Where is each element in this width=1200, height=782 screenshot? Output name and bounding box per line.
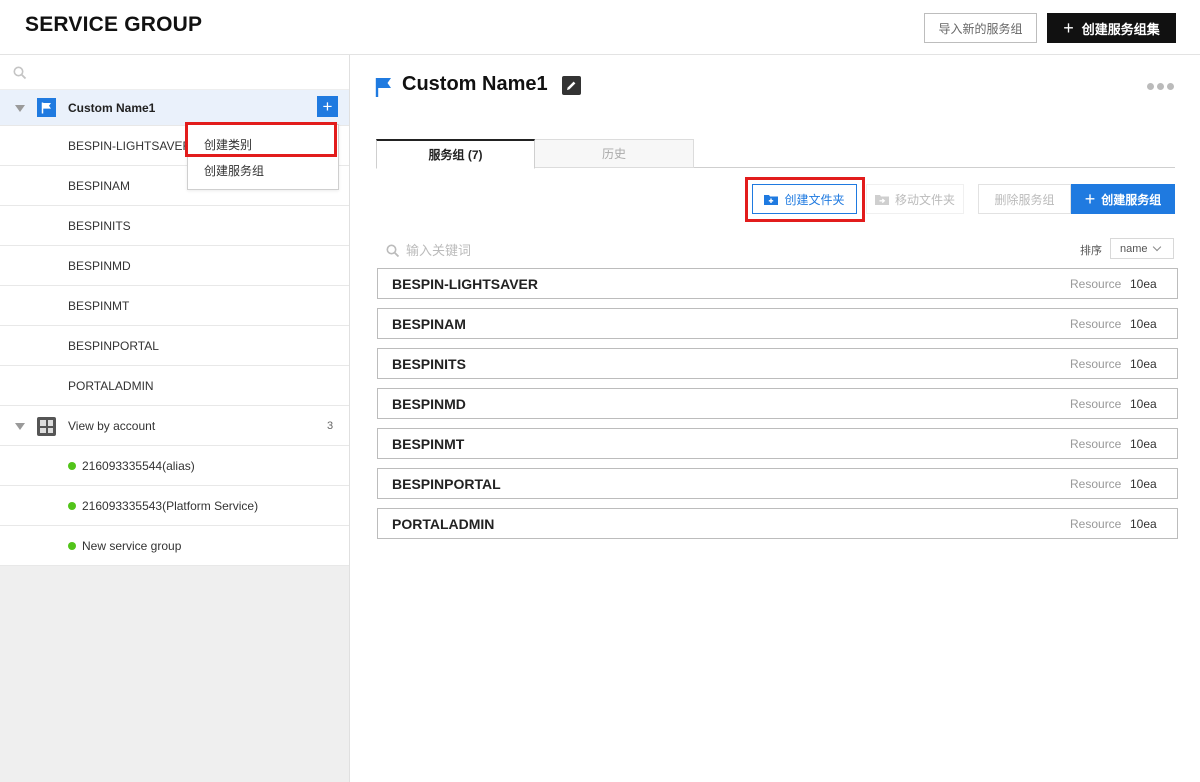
grid-icon [37, 417, 56, 436]
resource-count: 10ea [1130, 276, 1157, 291]
tab-history[interactable]: 历史 [535, 139, 694, 168]
service-group-list: BESPIN-LIGHTSAVER Resource 10ea BESPINAM Re… [377, 268, 1178, 548]
list-item[interactable]: BESPINAM Resource 10ea [377, 308, 1178, 339]
sidebar-item-custom-name1[interactable]: Custom Name1 + [0, 90, 349, 126]
resource-count: 10ea [1130, 436, 1157, 451]
pencil-icon [567, 81, 576, 90]
tab-service-groups[interactable]: 服务组 (7) [376, 139, 535, 169]
list-item[interactable]: BESPIN-LIGHTSAVER Resource 10ea [377, 268, 1178, 299]
sidebar-item-label: BESPINAM [68, 178, 131, 193]
search-input[interactable] [406, 243, 606, 258]
resource-count: 10ea [1130, 396, 1157, 411]
list-item[interactable]: PORTALADMIN Resource 10ea [377, 508, 1178, 539]
sidebar-item-label: BESPINPORTAL [68, 338, 159, 353]
group-name: BESPINMT [392, 435, 465, 452]
group-name: BESPINAM [392, 315, 466, 332]
move-folder-label: 移动文件夹 [894, 192, 955, 207]
resource-label: Resource [1070, 316, 1122, 331]
create-folder-label: 创建文件夹 [784, 192, 845, 207]
plus-icon: + [1063, 18, 1074, 38]
create-set-label: 创建服务组集 [1081, 21, 1160, 37]
resource-count: 10ea [1130, 516, 1157, 531]
group-name: BESPINMD [392, 395, 466, 412]
sidebar-item-label: Custom Name1 [68, 100, 156, 115]
sidebar-item-label: PORTALADMIN [68, 378, 154, 393]
sidebar-item-account[interactable]: 216093335544(alias) [0, 446, 349, 486]
folder-move-icon [874, 194, 889, 205]
search-icon [13, 66, 27, 80]
resource-label: Resource [1070, 516, 1122, 531]
sidebar-item-group[interactable]: BESPINMD [0, 246, 349, 286]
menu-item-create-category[interactable]: 创建类别 [188, 131, 338, 157]
menu-item-create-service-group[interactable]: 创建服务组 [188, 157, 338, 183]
create-service-group-button[interactable]: + 创建服务组 [1071, 184, 1175, 214]
app-header: SERVICE GROUP 导入新的服务组 + 创建服务组集 [0, 0, 1200, 55]
sidebar-item-group[interactable]: PORTALADMIN [0, 366, 349, 406]
delete-service-group-button[interactable]: 删除服务组 [978, 184, 1071, 214]
resource-label: Resource [1070, 436, 1122, 451]
create-group-label: 创建服务组 [1101, 192, 1162, 207]
account-count: 3 [327, 419, 334, 432]
sidebar-item-group[interactable]: BESPINITS [0, 206, 349, 246]
sort-value: name [1120, 242, 1148, 255]
plus-icon: + [1084, 189, 1096, 209]
main-panel: Custom Name1 服务组 (7) 历史 创建文件夹 移动文件夹 删除服务… [351, 55, 1200, 782]
sidebar-item-account[interactable]: 216093335543(Platform Service) [0, 486, 349, 526]
create-folder-button[interactable]: 创建文件夹 [752, 184, 857, 214]
status-dot-icon [68, 461, 76, 470]
sidebar-search[interactable] [0, 55, 349, 90]
list-item[interactable]: BESPINITS Resource 10ea [377, 348, 1178, 379]
sidebar-item-group[interactable]: BESPINMT [0, 286, 349, 326]
caret-down-icon[interactable] [15, 104, 25, 112]
keyword-search [386, 243, 606, 258]
search-icon [386, 244, 400, 257]
create-service-group-set-button[interactable]: + 创建服务组集 [1047, 13, 1176, 43]
resource-label: Resource [1070, 396, 1122, 411]
folder-plus-icon [764, 194, 779, 205]
sidebar-item-label: BESPINMD [68, 258, 131, 273]
group-name: PORTALADMIN [392, 515, 495, 532]
resource-label: Resource [1070, 276, 1122, 291]
sidebar-item-label: New service group [82, 538, 182, 553]
resource-count: 10ea [1130, 356, 1157, 371]
group-name: BESPIN-LIGHTSAVER [392, 275, 538, 292]
resource-label: Resource [1070, 356, 1122, 371]
sidebar-item-label: 216093335544(alias) [82, 458, 195, 473]
sidebar-item-label: 216093335543(Platform Service) [82, 498, 259, 513]
resource-label: Resource [1070, 476, 1122, 491]
status-dot-icon [68, 501, 76, 510]
context-menu: 创建类别 创建服务组 [187, 124, 339, 190]
tab-bar: 服务组 (7) 历史 [376, 139, 1175, 169]
list-item[interactable]: BESPINMT Resource 10ea [377, 428, 1178, 459]
sidebar-item-account[interactable]: New service group [0, 526, 349, 566]
resource-count: 10ea [1130, 476, 1157, 491]
sort-label: 排序 [1080, 245, 1102, 257]
app-title: SERVICE GROUP [25, 13, 203, 36]
list-item[interactable]: BESPINMD Resource 10ea [377, 388, 1178, 419]
list-item[interactable]: BESPINPORTAL Resource 10ea [377, 468, 1178, 499]
sidebar-item-label: View by account [68, 418, 156, 433]
edit-button[interactable] [562, 76, 581, 95]
sort-select[interactable]: name [1110, 238, 1174, 259]
more-options-icon[interactable] [1147, 83, 1174, 90]
sidebar-item-group[interactable]: BESPINPORTAL [0, 326, 349, 366]
flag-icon [37, 98, 56, 117]
move-folder-button[interactable]: 移动文件夹 [866, 184, 964, 214]
import-service-group-button[interactable]: 导入新的服务组 [924, 13, 1037, 43]
sidebar-item-view-by-account[interactable]: View by account 3 [0, 406, 349, 446]
sidebar-item-label: BESPINITS [68, 218, 131, 233]
sidebar-item-label: BESPINMT [68, 298, 130, 313]
page-title: Custom Name1 [402, 73, 548, 95]
group-name: BESPINITS [392, 355, 466, 372]
resource-count: 10ea [1130, 316, 1157, 331]
status-dot-icon [68, 541, 76, 550]
chevron-down-icon [1152, 242, 1161, 252]
caret-down-icon[interactable] [15, 422, 25, 430]
add-button[interactable]: + [317, 96, 338, 117]
sidebar-item-label: BESPIN-LIGHTSAVER [68, 138, 192, 153]
flag-icon [375, 78, 391, 97]
group-name: BESPINPORTAL [392, 475, 501, 492]
